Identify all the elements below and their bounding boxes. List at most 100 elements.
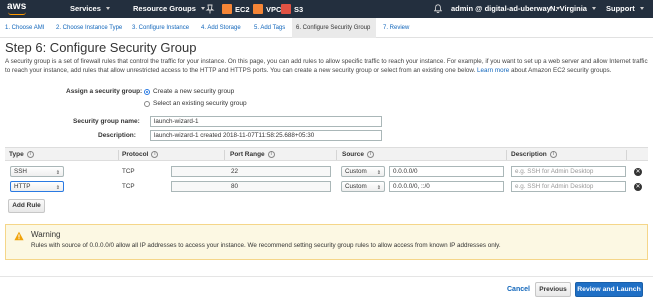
- tab-add-storage[interactable]: 4. Add Storage: [201, 18, 241, 38]
- header-source-label: Source: [342, 151, 365, 158]
- region-label: N. Virginia: [550, 4, 587, 13]
- aws-smile-icon: [8, 12, 26, 15]
- column-divider: [626, 150, 627, 160]
- column-divider: [118, 150, 119, 160]
- type-select-value: SSH: [14, 168, 27, 175]
- warning-title: Warning: [31, 230, 61, 239]
- rules-table-header: Type i Protocol i Port Range i Source i …: [5, 147, 648, 161]
- source-mode-value: Custom: [345, 183, 367, 190]
- bell-icon[interactable]: [434, 4, 442, 13]
- support-label: Support: [606, 4, 635, 13]
- rule-description-input[interactable]: e.g. SSH for Admin Desktop: [511, 166, 626, 177]
- option-create-new-label: Create a new security group: [153, 88, 235, 95]
- ec2-icon: [222, 4, 232, 14]
- pin-icon[interactable]: [205, 4, 215, 14]
- ec2-label: EC2: [235, 4, 250, 14]
- region-menu[interactable]: N. Virginia: [550, 4, 596, 13]
- resource-groups-label: Resource Groups: [133, 4, 196, 13]
- header-source: Source i: [342, 151, 375, 158]
- source-mode-select[interactable]: Custom ⇕: [341, 166, 385, 177]
- source-cidr-input[interactable]: 0.0.0.0/0: [389, 166, 504, 177]
- protocol-cell: TCP: [122, 183, 135, 190]
- header-port-range-label: Port Range: [230, 151, 265, 158]
- info-icon[interactable]: i: [26, 151, 34, 158]
- option-select-existing[interactable]: Select an existing security group: [144, 100, 247, 107]
- s3-label: S3: [294, 4, 304, 14]
- header-description-label: Description: [511, 151, 547, 158]
- column-divider: [336, 150, 337, 160]
- tab-configure-instance[interactable]: 3. Configure Instance: [132, 18, 189, 38]
- tab-choose-ami[interactable]: 1. Choose AMI: [5, 18, 44, 38]
- column-divider: [224, 150, 225, 160]
- page-description: A security group is a set of firewall ru…: [5, 57, 650, 75]
- delete-rule-icon[interactable]: ✕: [634, 168, 642, 176]
- protocol-cell: TCP: [122, 168, 135, 175]
- delete-rule-icon[interactable]: ✕: [634, 183, 642, 191]
- table-row: SSH ⇕ TCP 22 Custom ⇕ 0.0.0.0/0 e.g. SSH…: [5, 164, 648, 180]
- info-icon[interactable]: i: [267, 151, 275, 158]
- vpc-label: VPC: [266, 4, 282, 14]
- info-icon[interactable]: i: [367, 151, 375, 158]
- source-mode-value: Custom: [345, 168, 367, 175]
- option-select-existing-label: Select an existing security group: [153, 100, 247, 107]
- description-label: Description:: [98, 132, 136, 139]
- services-label: Services: [70, 4, 101, 13]
- rule-description-input[interactable]: e.g. SSH for Admin Desktop: [511, 181, 626, 192]
- tab-add-tags[interactable]: 5. Add Tags: [254, 18, 285, 38]
- chevron-down-icon: [105, 7, 110, 10]
- header-protocol: Protocol i: [122, 151, 159, 158]
- previous-button[interactable]: Previous: [535, 282, 571, 297]
- info-icon[interactable]: i: [549, 151, 557, 158]
- shortcut-s3[interactable]: S3: [281, 4, 303, 14]
- warning-box: Warning Rules with source of 0.0.0.0/0 a…: [5, 224, 648, 260]
- vpc-icon: [253, 4, 263, 14]
- port-range-input: 22: [171, 166, 331, 177]
- footer-divider: [0, 276, 653, 277]
- warning-text: Rules with source of 0.0.0.0/0 allow all…: [31, 242, 501, 249]
- header-description: Description i: [511, 151, 557, 158]
- chevron-down-icon: [639, 7, 644, 10]
- security-group-name-input[interactable]: launch-wizard-1: [150, 116, 382, 127]
- services-menu[interactable]: Services: [70, 4, 110, 13]
- cancel-button[interactable]: Cancel: [507, 286, 530, 293]
- header-port-range: Port Range i: [230, 151, 275, 158]
- port-range-input: 80: [171, 181, 331, 192]
- pin-icon: [205, 4, 215, 14]
- page-title: Step 6: Configure Security Group: [5, 40, 197, 55]
- select-arrows-icon: ⇕: [376, 170, 381, 176]
- source-cidr-input[interactable]: 0.0.0.0/0, ::/0: [389, 181, 504, 192]
- header-type: Type i: [9, 151, 34, 158]
- option-create-new[interactable]: Create a new security group: [144, 88, 234, 95]
- select-arrows-icon: ⇕: [376, 185, 381, 191]
- select-arrows-icon: ⇕: [55, 185, 60, 191]
- type-select[interactable]: SSH ⇕: [10, 166, 64, 177]
- type-select[interactable]: HTTP ⇕: [10, 181, 64, 192]
- resource-groups-menu[interactable]: Resource Groups: [133, 4, 205, 13]
- column-divider: [506, 150, 507, 160]
- radio-select-existing[interactable]: [144, 100, 150, 107]
- tab-review[interactable]: 7. Review: [383, 18, 409, 38]
- account-menu[interactable]: admin @ digital-ad-uberway: [451, 4, 560, 13]
- review-and-launch-button[interactable]: Review and Launch: [575, 282, 643, 297]
- port-value: 80: [231, 183, 239, 190]
- type-select-value: HTTP: [14, 183, 31, 190]
- table-row: HTTP ⇕ TCP 80 Custom ⇕ 0.0.0.0/0, ::/0 e…: [5, 179, 648, 195]
- header-type-label: Type: [9, 151, 24, 158]
- source-mode-select[interactable]: Custom ⇕: [341, 181, 385, 192]
- shortcut-vpc[interactable]: VPC: [253, 4, 281, 14]
- add-rule-button[interactable]: Add Rule: [8, 199, 45, 213]
- tab-configure-security-group[interactable]: 6. Configure Security Group: [292, 18, 376, 38]
- learn-more-link[interactable]: Learn more: [477, 67, 509, 74]
- aws-logo-text: aws: [7, 1, 27, 12]
- description-tail: about Amazon EC2 security groups.: [511, 67, 612, 74]
- tab-choose-instance-type[interactable]: 2. Choose Instance Type: [56, 18, 122, 38]
- header-protocol-label: Protocol: [122, 151, 149, 158]
- info-icon[interactable]: i: [151, 151, 159, 158]
- description-input[interactable]: launch-wizard-1 created 2018-11-07T11:58…: [150, 130, 382, 141]
- radio-create-new[interactable]: [144, 88, 150, 95]
- aws-logo[interactable]: aws: [6, 1, 32, 16]
- select-arrows-icon: ⇕: [55, 170, 60, 176]
- top-nav-bar: aws Services Resource Groups EC2 VPC S3 …: [0, 0, 653, 18]
- shortcut-ec2[interactable]: EC2: [222, 4, 250, 14]
- support-menu[interactable]: Support: [606, 4, 644, 13]
